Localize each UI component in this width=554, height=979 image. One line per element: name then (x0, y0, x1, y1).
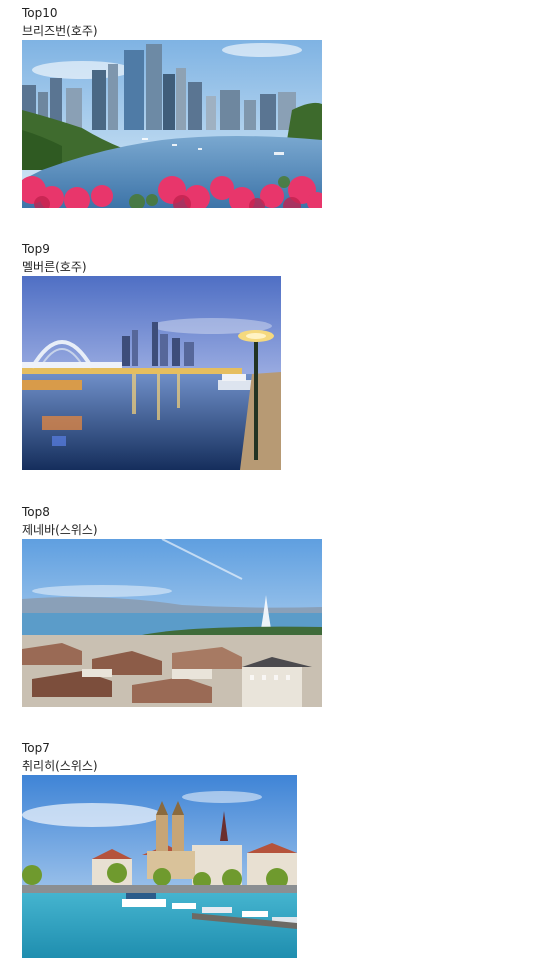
geneva-lake-rooftops-photo[interactable] (22, 539, 322, 707)
top9-entry: Top9 멜버른(호주) (22, 240, 281, 470)
rank-label: Top7 (22, 741, 50, 755)
city-caption: 취리히(스위스) (22, 759, 98, 773)
city-caption: 제네바(스위스) (22, 523, 98, 537)
zurich-river-churches-photo[interactable] (22, 775, 297, 958)
melbourne-river-dusk-photo[interactable] (22, 276, 281, 470)
brisbane-city-river-photo[interactable] (22, 40, 322, 208)
top8-entry: Top8 제네바(스위스) (22, 503, 322, 707)
city-caption: 브리즈번(호주) (22, 24, 98, 38)
rank-label: Top10 (22, 6, 58, 20)
rank-label: Top9 (22, 242, 50, 256)
top7-entry: Top7 취리히(스위스) (22, 739, 297, 958)
city-caption: 멜버른(호주) (22, 260, 87, 274)
rank-label: Top8 (22, 505, 50, 519)
top10-entry: Top10 브리즈번(호주) (22, 4, 322, 208)
